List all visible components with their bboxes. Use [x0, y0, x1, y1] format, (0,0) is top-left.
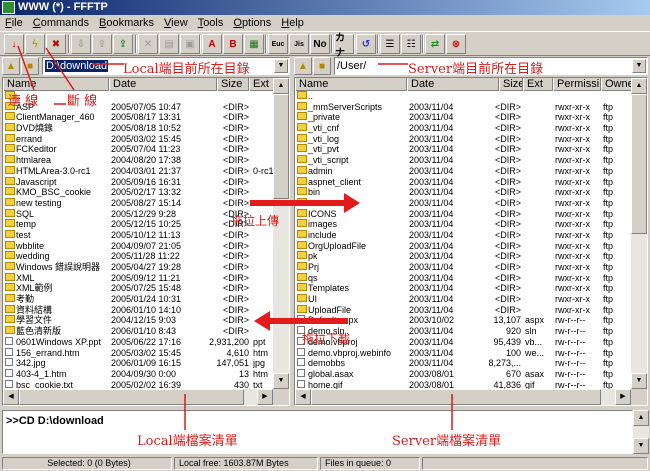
annotation-pointer-lines: [17, 45, 453, 430]
disconnect-pointer-line: [45, 47, 75, 91]
connect-pointer-line: [17, 45, 35, 91]
